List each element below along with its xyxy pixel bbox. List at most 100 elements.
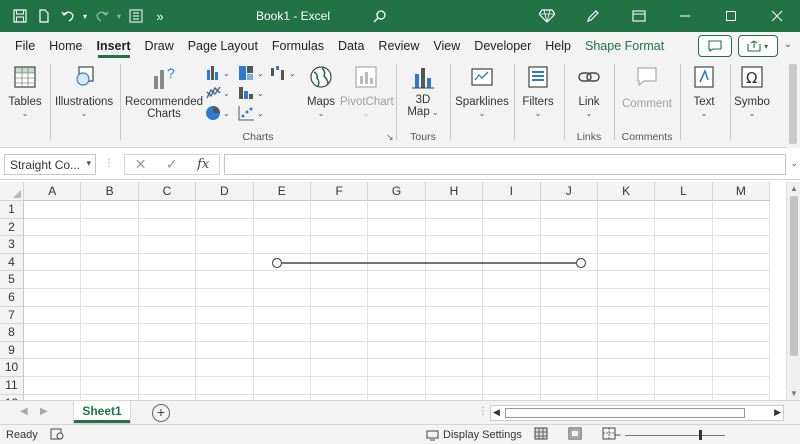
tab-file[interactable]: File <box>8 32 42 60</box>
enter-icon[interactable]: ✓ <box>166 156 178 173</box>
scroll-thumb[interactable] <box>790 196 798 356</box>
maps-button[interactable]: Maps ⌄ <box>302 64 340 118</box>
tab-draw[interactable]: Draw <box>138 32 181 60</box>
tables-button[interactable]: Tables ⌄ <box>6 64 44 118</box>
tab-formulas[interactable]: Formulas <box>265 32 331 60</box>
group-label-links: Links <box>576 131 602 143</box>
symbols-button[interactable]: Ω Symbo ⌄ <box>734 64 770 118</box>
sheet-tab-bar: ◀ ▶ Sheet1 + ⋮ ◀ ▶ <box>0 400 800 424</box>
horizontal-scrollbar[interactable]: ◀ ▶ <box>490 405 784 421</box>
next-sheet-icon[interactable]: ▶ <box>40 406 48 417</box>
scroll-thumb[interactable] <box>505 408 745 418</box>
formula-input[interactable] <box>224 154 786 175</box>
shape-handle[interactable] <box>271 257 283 269</box>
accessibility-icon[interactable] <box>50 428 64 443</box>
tab-view[interactable]: View <box>426 32 467 60</box>
chevron-down-icon[interactable]: ▾ <box>86 158 91 169</box>
shape-handle[interactable] <box>575 257 587 269</box>
undo-dropdown-icon[interactable]: ▾ <box>80 4 90 28</box>
sort-icon[interactable] <box>124 4 148 28</box>
sparklines-button[interactable]: Sparklines ⌄ <box>454 64 510 118</box>
chevron-down-icon: ⌄ <box>362 109 370 118</box>
page-layout-view-icon[interactable] <box>568 427 582 443</box>
filters-button[interactable]: Filters ⌄ <box>518 64 558 118</box>
scroll-up-icon[interactable]: ▲ <box>790 184 798 193</box>
zoom-out-icon[interactable]: − <box>614 428 621 442</box>
diamond-icon[interactable] <box>524 0 570 32</box>
tab-data[interactable]: Data <box>331 32 371 60</box>
add-sheet-button[interactable]: + <box>152 404 170 422</box>
ribbon-scrollbar[interactable] <box>786 60 800 148</box>
scroll-right-icon[interactable]: ▶ <box>774 407 781 418</box>
redo-icon[interactable] <box>90 4 114 28</box>
svg-text:?: ? <box>167 65 175 81</box>
window-title: Book1 - Excel <box>255 9 331 23</box>
minimize-icon[interactable] <box>662 0 708 32</box>
sheet-tab[interactable]: Sheet1 <box>74 401 130 423</box>
statistic-chart-icon[interactable]: ⌄ <box>237 84 267 105</box>
pen-icon[interactable] <box>570 0 616 32</box>
scatter-chart-icon[interactable]: ⌄ <box>237 104 267 125</box>
straight-connector-shape[interactable] <box>0 182 786 400</box>
waterfall-chart-icon[interactable]: ⌄ <box>269 64 299 85</box>
collapse-ribbon-icon[interactable]: ⌄ <box>784 35 792 57</box>
undo-icon[interactable] <box>56 4 80 28</box>
pivotchart-button[interactable]: PivotChart ⌄ <box>340 64 394 118</box>
chevron-down-icon: ⌄ <box>21 109 29 118</box>
zoom-slider-knob[interactable] <box>699 430 703 440</box>
tab-insert[interactable]: Insert <box>90 32 138 60</box>
save-icon[interactable] <box>8 4 32 28</box>
cancel-icon[interactable]: ✕ <box>135 156 147 173</box>
formula-bar-grip-icon[interactable]: ⋮ <box>104 158 114 169</box>
comments-button[interactable] <box>697 35 732 57</box>
insert-function-button[interactable]: fx <box>197 157 209 172</box>
ribbon-tabs: File Home Insert Draw Page Layout Formul… <box>0 32 800 60</box>
line-chart-icon[interactable]: ⌄ <box>205 84 235 105</box>
illustrations-button[interactable]: Illustrations ⌄ <box>55 64 113 118</box>
comment-button[interactable]: Comment <box>618 64 676 110</box>
chevron-down-icon: ⌄ <box>317 109 325 118</box>
status-ready: Ready <box>6 429 38 441</box>
display-settings-button[interactable]: Display Settings <box>426 429 522 441</box>
zoom-slider[interactable] <box>625 429 726 441</box>
svg-text:⌄: ⌄ <box>257 89 264 98</box>
chevron-down-icon: ⌄ <box>80 109 88 118</box>
chevron-down-icon: ⌄ <box>534 109 542 118</box>
tab-review[interactable]: Review <box>371 32 426 60</box>
normal-view-icon[interactable] <box>534 427 548 443</box>
recommended-charts-button[interactable]: ? Recommended Charts <box>124 64 204 120</box>
worksheet-grid[interactable]: A B C D E F G H I J K L M 12345678910111… <box>0 182 786 400</box>
3d-map-button[interactable]: 3D Map ⌄ <box>400 64 446 118</box>
prev-sheet-icon[interactable]: ◀ <box>20 406 28 417</box>
share-button[interactable]: ▾ <box>737 35 778 57</box>
text-button[interactable]: Text ⌄ <box>684 64 724 118</box>
ribbon-display-icon[interactable] <box>616 0 662 32</box>
close-icon[interactable] <box>754 0 800 32</box>
more-commands-icon[interactable]: » <box>148 4 172 28</box>
svg-text:⌄: ⌄ <box>289 69 296 78</box>
expand-formula-bar-icon[interactable]: ⌄ <box>790 158 798 169</box>
search-icon[interactable] <box>368 4 392 28</box>
scroll-left-icon[interactable]: ◀ <box>493 407 500 418</box>
dialog-launcher-icon[interactable]: ↘ <box>386 132 394 143</box>
vertical-scrollbar[interactable]: ▲ ▼ <box>786 182 800 400</box>
pie-chart-icon[interactable]: ⌄ <box>205 104 235 125</box>
tab-home[interactable]: Home <box>42 32 89 60</box>
link-button[interactable]: Link ⌄ <box>568 64 610 118</box>
tab-shape-format[interactable]: Shape Format <box>578 32 671 60</box>
column-chart-icon[interactable]: ⌄ <box>205 64 235 85</box>
new-file-icon[interactable] <box>32 4 56 28</box>
name-box[interactable]: Straight Co... ▾ <box>4 154 96 175</box>
tab-developer[interactable]: Developer <box>467 32 538 60</box>
svg-text:⌄: ⌄ <box>223 89 230 98</box>
shapes-icon <box>76 66 94 86</box>
redo-dropdown-icon[interactable]: ▾ <box>114 4 124 28</box>
tab-page-layout[interactable]: Page Layout <box>181 32 265 60</box>
svg-text:⌄: ⌄ <box>223 69 230 78</box>
tab-split-grip-icon[interactable]: ⋮ <box>478 406 488 417</box>
maximize-icon[interactable] <box>708 0 754 32</box>
hierarchy-chart-icon[interactable]: ⌄ <box>237 64 267 85</box>
link-icon <box>578 72 600 82</box>
scroll-down-icon[interactable]: ▼ <box>790 389 798 398</box>
tab-help[interactable]: Help <box>538 32 578 60</box>
